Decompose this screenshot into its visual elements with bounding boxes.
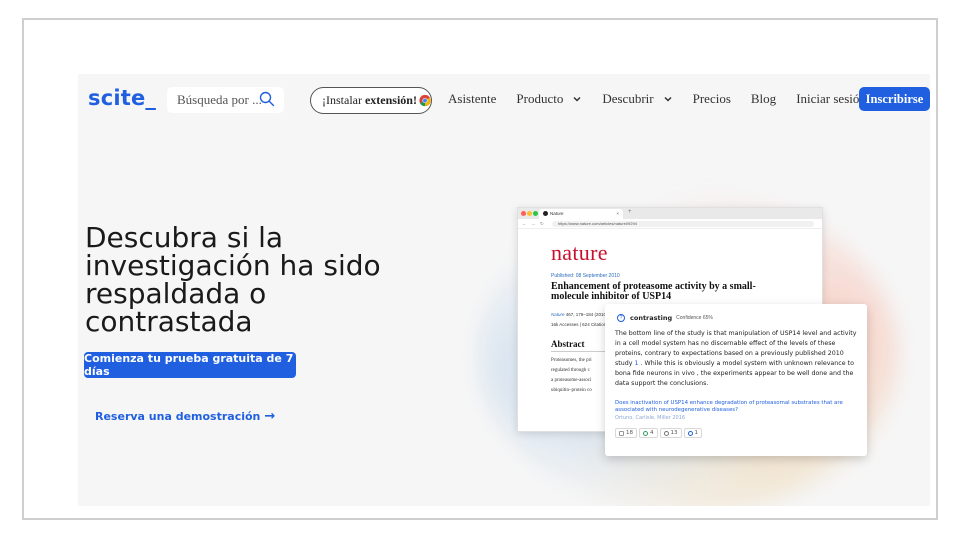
card-header: ? contrasting Confidence 65% [617, 314, 713, 322]
back-icon: ← [522, 221, 527, 226]
abstract-line: a proteasome-associ [551, 378, 592, 383]
nav-label: Producto [516, 91, 564, 106]
chevron-down-icon [664, 96, 672, 102]
badge-value: 1 [694, 430, 699, 436]
scite-logo[interactable]: scite_ [88, 86, 156, 110]
chrome-icon [419, 94, 431, 107]
extension-bold: extensión! [364, 93, 417, 107]
article-stats: 16k Accesses | 624 Citations [551, 322, 609, 327]
snippet-after: . While this is obviously a model system… [615, 360, 854, 387]
arrow-right-icon: → [264, 409, 276, 424]
search-box[interactable]: Búsqueda por ... [167, 87, 284, 113]
favicon-icon [543, 211, 548, 216]
abstract-line: regulated through c [551, 368, 590, 373]
question-icon: ? [617, 314, 625, 322]
nav-label: Iniciar sesión [796, 91, 866, 106]
abstract-line: Proteasomes, the pri [551, 358, 592, 363]
contrasting-icon [687, 430, 693, 436]
citing-paper-authors: Ortuno, Carlisle, Miller 2016 [615, 415, 686, 421]
nav-label: Blog [750, 91, 777, 106]
supporting-icon [643, 430, 648, 436]
badge-value: 13 [670, 430, 678, 436]
book-demo-link[interactable]: Reserva una demostración → [95, 409, 275, 424]
published-date: Published: 08 September 2010 [551, 273, 620, 279]
citing-paper-title[interactable]: Does inactivation of USP14 enhance degra… [615, 400, 855, 414]
new-tab-icon: + [628, 209, 632, 215]
landing-page: scite_ Búsqueda por ... ¡Instalar extens… [78, 74, 930, 506]
free-trial-button[interactable]: Comienza tu prueba gratuita de 7 días [84, 352, 296, 378]
article-meta: Nature 467, 179–184 (2010) [551, 312, 608, 317]
nav-descubrir[interactable]: Descubrir [602, 91, 672, 107]
window-minimize-dot [527, 211, 532, 216]
search-icon[interactable] [259, 91, 275, 107]
nature-logo: nature [551, 240, 608, 265]
install-extension-button[interactable]: ¡Instalar extensión! [310, 87, 432, 114]
demo-label: Reserva una demostración [95, 410, 261, 423]
nav-label: Asistente [448, 91, 497, 106]
nav-precios[interactable]: Precios [693, 91, 731, 107]
citation-badges: 18 4 13 1 [615, 428, 704, 438]
screenshot-frame: scite_ Búsqueda por ... ¡Instalar extens… [22, 18, 938, 520]
hero-title: Descubra si la investigación ha sido res… [85, 221, 381, 338]
nav-iniciar-sesion[interactable]: Iniciar sesión [796, 91, 866, 107]
browser-urlbar: ← → ↻ https://www.nature.com/articles/na… [518, 219, 822, 229]
top-nav: scite_ Búsqueda por ... ¡Instalar extens… [78, 74, 930, 126]
nav-label: Descubrir [602, 91, 654, 106]
forward-icon: → [531, 221, 536, 226]
badge-supporting: 4 [639, 428, 658, 438]
browser-tabbar: Nature × + [518, 208, 822, 219]
badge-contrasting: 1 [683, 428, 702, 438]
nav-blog[interactable]: Blog [751, 91, 776, 107]
nav-asistente[interactable]: Asistente [448, 91, 496, 107]
reload-icon: ↻ [540, 221, 544, 226]
browser-tab: Nature × [539, 209, 623, 219]
abstract-divider [551, 351, 606, 352]
citation-snippet: The bottom line of the study is that man… [615, 329, 861, 389]
mentioning-icon [663, 430, 669, 436]
nav-links: Asistente Producto Descubrir Precios Blo… [448, 91, 886, 107]
signup-button[interactable]: Inscribirse [859, 87, 930, 111]
citation-card: ? contrasting Confidence 65% The bottom … [605, 304, 867, 456]
badge-value: 18 [626, 430, 633, 436]
confidence-label: Confidence 65% [676, 315, 713, 321]
meta-rest: 467, 179–184 (2010) [564, 312, 608, 317]
badge-value: 4 [650, 430, 654, 436]
tab-title: Nature [550, 211, 564, 216]
abstract-heading: Abstract [551, 339, 585, 349]
abstract-line: ubiquitin–protein co [551, 388, 592, 393]
badge-mentioning: 13 [659, 428, 682, 438]
search-placeholder: Búsqueda por ... [177, 92, 262, 107]
window-close-dot [521, 211, 526, 216]
window-maximize-dot [533, 211, 538, 216]
article-title: Enhancement of proteasome activity by a … [551, 281, 756, 302]
citation-type: contrasting [630, 314, 673, 322]
extension-prefix: ¡Instalar [322, 93, 362, 107]
tab-close-icon: × [616, 211, 619, 216]
meta-journal: Nature [551, 312, 565, 317]
nav-producto[interactable]: Producto [516, 91, 582, 107]
url-field: https://www.nature.com/articles/nature09… [552, 221, 814, 227]
nav-label: Precios [692, 91, 731, 106]
document-icon [619, 430, 624, 436]
chevron-down-icon [573, 96, 581, 102]
badge-total: 18 [615, 428, 637, 438]
